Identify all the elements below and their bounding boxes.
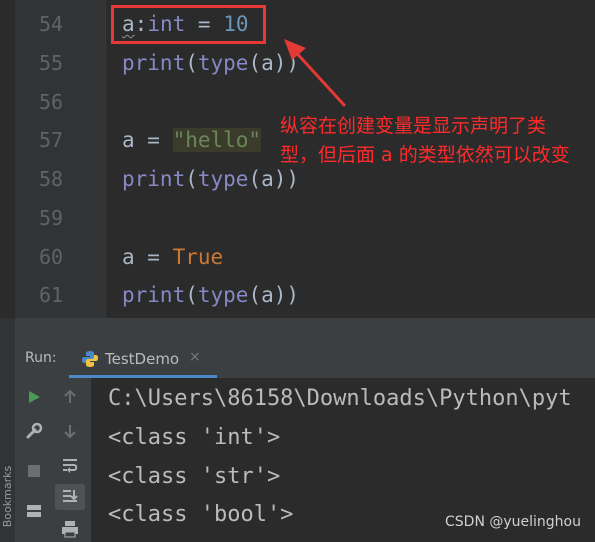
code-token-type-fn: type [197, 51, 249, 75]
python-icon [82, 351, 98, 367]
bookmarks-tool-window-label[interactable]: Bookmarks [1, 459, 14, 534]
run-toolbar [15, 378, 91, 542]
line-number: 57 [39, 128, 64, 152]
soft-wrap-icon[interactable] [59, 454, 81, 476]
code-line-61[interactable]: print(type(a)) [122, 281, 299, 309]
print-icon[interactable] [59, 518, 81, 540]
line-number: 58 [39, 167, 64, 191]
close-icon[interactable]: × [189, 349, 201, 365]
run-tab-label: TestDemo [105, 350, 180, 368]
line-number: 59 [39, 206, 64, 230]
run-tab-testdemo[interactable]: TestDemo × [69, 344, 217, 378]
code-token-type-fn: type [197, 283, 249, 307]
annotation-text: 纵容在创建变量是显示声明了类 型，但后面 a 的类型依然可以改变 [280, 112, 590, 170]
annotation-line: 型，但后面 a 的类型依然可以改变 [280, 144, 570, 166]
rerun-icon[interactable] [23, 386, 45, 408]
arrow-up-icon[interactable] [59, 386, 81, 408]
line-number: 56 [39, 90, 64, 114]
line-number: 61 [39, 283, 64, 307]
wrench-icon[interactable] [23, 420, 45, 442]
code-line-57[interactable]: a = "hello" [122, 126, 262, 154]
code-token-print: print [122, 51, 186, 75]
code-token-bool: True [172, 245, 224, 269]
console-line: <class 'str'> [108, 464, 281, 489]
run-panel-header: Run: TestDemo × [15, 320, 595, 378]
stop-icon[interactable] [23, 460, 45, 482]
console-line: C:\Users\86158\Downloads\Python\pyt [108, 386, 572, 411]
code-token-paren: ( [185, 167, 198, 191]
code-token-args: (a)) [248, 283, 300, 307]
line-number: 55 [39, 51, 64, 75]
annotation-line: 纵容在创建变量是显示声明了类 [280, 115, 547, 137]
code-token-print: print [122, 283, 186, 307]
run-label: Run: [25, 350, 57, 366]
line-number: 54 [39, 12, 64, 36]
gutter-divider [105, 0, 106, 318]
scroll-to-end-icon[interactable] [55, 484, 85, 510]
code-line-58[interactable]: print(type(a)) [122, 165, 299, 193]
code-token-assign: a = [122, 245, 173, 269]
code-line-55[interactable]: print(type(a)) [122, 49, 299, 77]
layout-icon[interactable] [23, 500, 45, 522]
code-token-args: (a)) [248, 167, 300, 191]
console-line: <class 'bool'> [108, 502, 294, 527]
code-token-string: "hello" [172, 128, 262, 152]
console-line: <class 'int'> [108, 425, 281, 450]
code-token-type-fn: type [197, 167, 249, 191]
code-token-print: print [122, 167, 186, 191]
annotation-highlight-box [111, 5, 266, 44]
line-number: 60 [39, 245, 64, 269]
code-token-assign: a = [122, 128, 173, 152]
arrow-down-icon[interactable] [59, 420, 81, 442]
code-editor[interactable]: 54 55 56 57 58 59 60 61 a:int = 10 print… [0, 0, 595, 318]
code-token-paren: ( [185, 283, 198, 307]
line-number-gutter: 54 55 56 57 58 59 60 61 [15, 0, 105, 318]
code-line-60[interactable]: a = True [122, 243, 223, 271]
code-token-args: (a)) [248, 51, 300, 75]
watermark-text: CSDN @yuelinghou [445, 514, 581, 530]
code-token-paren: ( [185, 51, 198, 75]
